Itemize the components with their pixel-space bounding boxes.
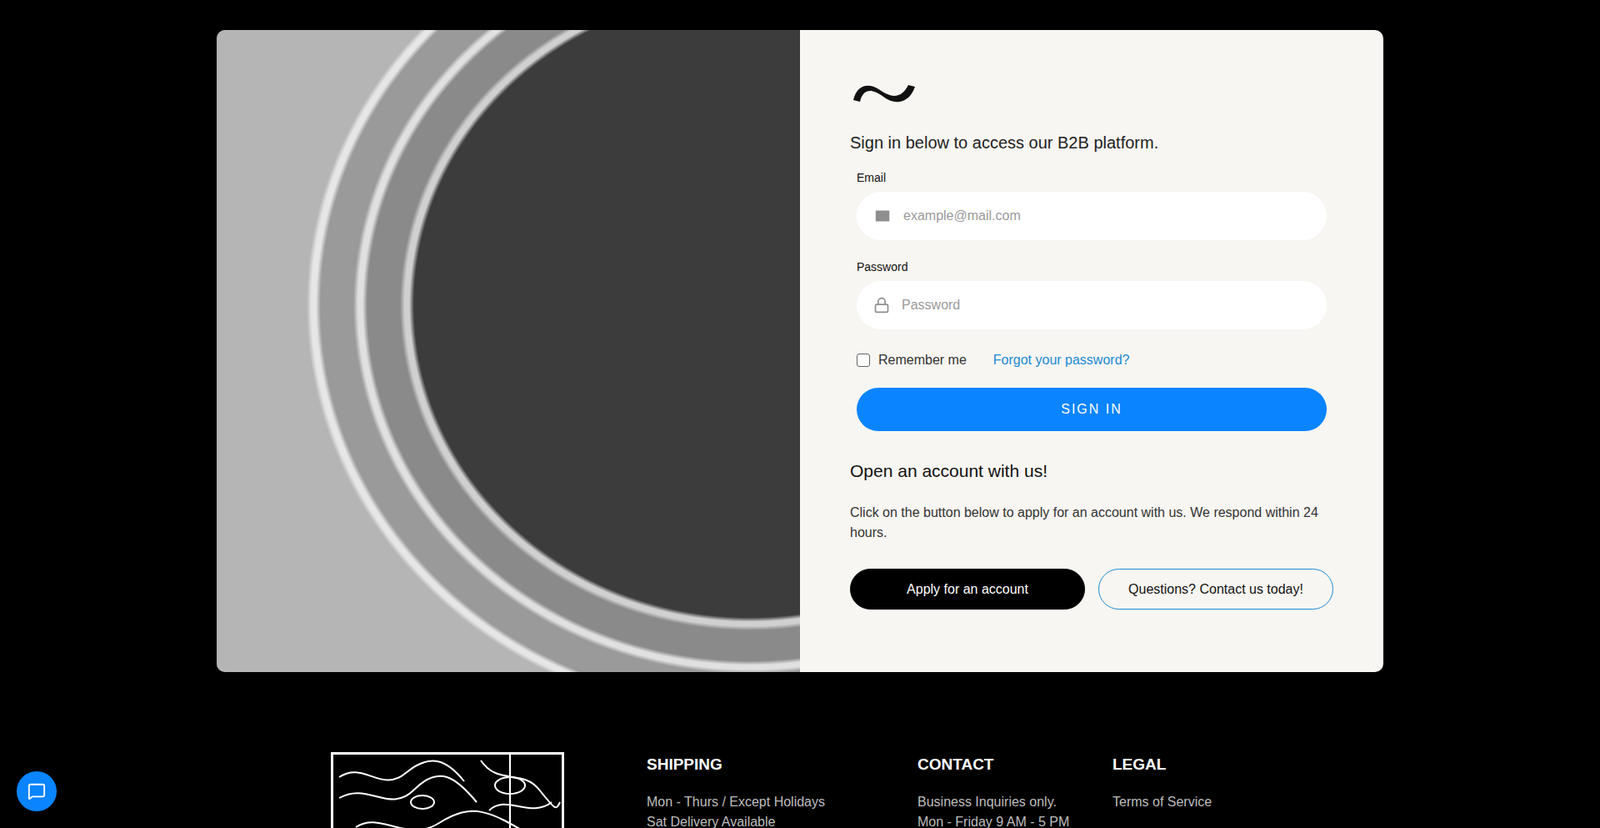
signup-buttons: Apply for an account Questions? Contact u… [850,568,1334,610]
login-form: Email Password Remember me Forgot your pass… [850,170,1334,431]
login-card: Sign in below to access our B2B platform… [216,30,1384,672]
footer-heading: SHIPPING [646,755,918,774]
options-row: Remember me Forgot your password? [856,352,1327,368]
footer-heading: CONTACT [917,755,1113,774]
footer-line: Business Inquiries only. [917,791,1113,812]
forgot-password-link[interactable]: Forgot your password? [993,352,1130,368]
field-label: Password [856,260,1327,274]
footer-column: LEGAL Terms of Service [1112,751,1330,828]
outline-button[interactable]: Questions? Contact us today! [1098,568,1334,610]
remember-checkbox[interactable] [856,353,870,367]
primary-button[interactable]: Apply for an account [850,568,1085,610]
chat-icon [27,781,46,800]
login-panel: Sign in below to access our B2B platform… [800,30,1384,672]
mail-icon [873,206,892,225]
footer-line: Mon - Friday 9 AM - 5 PM [917,811,1113,828]
brand-logo-icon [850,78,917,105]
footer-line: Sat Delivery Available [646,811,918,828]
footer-line: Mon - Thurs / Except Holidays [646,791,918,812]
lock-icon [873,296,890,314]
footer: SHIPPING Mon - Thurs / Except HolidaysSat… [0,751,1600,828]
footer-column: SHIPPING Mon - Thurs / Except HolidaysSat… [646,751,918,828]
signup-title: Open an account with us! [850,460,1334,481]
subtitle: Sign in below to access our B2B platform… [850,133,1334,153]
footer-heading: LEGAL [1112,755,1330,774]
field-label: Email [856,170,1327,185]
footer-column: CONTACT Business Inquiries only.Mon - Fri… [917,751,1113,828]
hero-photo [216,30,800,672]
password-field[interactable] [856,280,1327,330]
remember-me[interactable]: Remember me [856,352,967,368]
topographic-logo-icon [330,751,565,828]
sign-in-button[interactable]: SIGN IN [856,387,1327,431]
footer-line: Terms of Service [1112,791,1330,812]
chat-button[interactable] [16,770,57,811]
email-field[interactable] [856,191,1327,240]
signup-text: Click on the button below to apply for a… [850,502,1334,543]
email-input[interactable] [901,207,1310,225]
page: Sign in below to access our B2B platform… [0,0,1600,828]
password-input[interactable] [900,296,1310,314]
